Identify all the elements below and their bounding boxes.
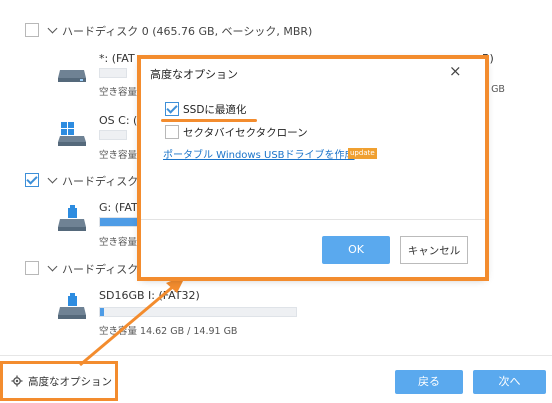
ssd-optimize-checkbox[interactable] bbox=[165, 102, 179, 116]
dialog-title: 高度なオプション bbox=[150, 68, 238, 81]
ok-button[interactable]: OK bbox=[322, 236, 390, 264]
cancel-button[interactable]: キャンセル bbox=[400, 236, 468, 264]
advanced-options-dialog: 高度なオプション × SSDに最適化 セクタバイセクタクローン ポータブル Wi… bbox=[137, 55, 489, 281]
sector-clone-label: セクタバイセクタクローン bbox=[183, 127, 308, 139]
sector-clone-checkbox[interactable] bbox=[165, 125, 179, 139]
portable-usb-link[interactable]: ポータブル Windows USBドライブを作成 bbox=[163, 146, 355, 161]
close-icon[interactable]: × bbox=[449, 62, 462, 80]
ssd-highlight-underline bbox=[161, 119, 257, 122]
dialog-divider bbox=[141, 219, 485, 220]
update-badge: update bbox=[348, 148, 377, 159]
ssd-optimize-label: SSDに最適化 bbox=[183, 104, 247, 116]
